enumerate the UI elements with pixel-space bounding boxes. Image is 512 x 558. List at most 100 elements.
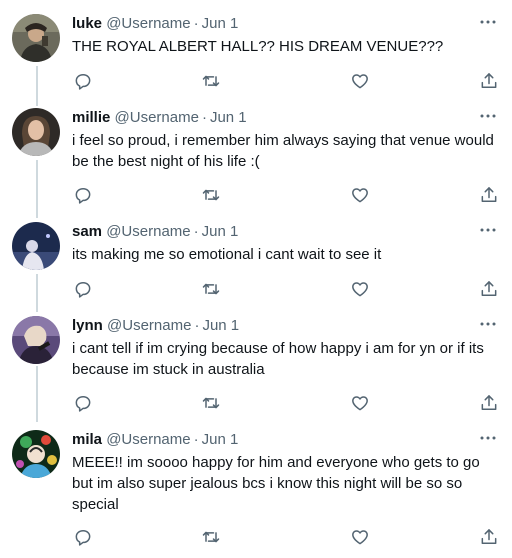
username-handle[interactable]: @Username bbox=[106, 15, 190, 32]
reply-button[interactable] bbox=[72, 70, 94, 92]
like-button[interactable] bbox=[349, 392, 371, 414]
tweet-actions bbox=[72, 392, 502, 414]
tweet-header: sam @Username · Jun 1 bbox=[72, 222, 238, 242]
share-icon bbox=[481, 395, 497, 410]
username-handle[interactable]: @Username bbox=[115, 109, 199, 126]
heart-icon bbox=[352, 188, 368, 203]
tweet-text: its making me so emotional i cant wait t… bbox=[72, 246, 382, 263]
tweet-actions bbox=[72, 278, 502, 300]
more-options-button[interactable] bbox=[478, 220, 498, 240]
more-icon bbox=[480, 322, 496, 326]
separator-dot: · bbox=[193, 15, 199, 32]
retweet-icon bbox=[202, 189, 220, 201]
more-options-button[interactable] bbox=[478, 314, 498, 334]
thread-connector-line bbox=[36, 160, 38, 218]
timestamp[interactable]: Jun 1 bbox=[210, 109, 247, 126]
reply-icon bbox=[75, 74, 91, 90]
tweet-header: millie @Username · Jun 1 bbox=[72, 108, 247, 128]
username-handle[interactable]: @Username bbox=[107, 317, 191, 334]
more-options-button[interactable] bbox=[478, 428, 498, 448]
avatar[interactable] bbox=[12, 108, 60, 156]
tweet-header: lynn @Username · Jun 1 bbox=[72, 316, 239, 336]
avatar[interactable] bbox=[12, 316, 60, 364]
heart-icon bbox=[352, 74, 368, 89]
share-icon bbox=[481, 281, 497, 296]
retweet-button[interactable] bbox=[200, 278, 222, 300]
avatar-image bbox=[12, 316, 60, 364]
timestamp[interactable]: Jun 1 bbox=[202, 15, 239, 32]
more-icon bbox=[480, 436, 496, 440]
more-options-button[interactable] bbox=[478, 106, 498, 126]
share-button[interactable] bbox=[478, 70, 500, 92]
retweet-icon bbox=[202, 397, 220, 409]
more-icon bbox=[480, 114, 496, 118]
username-handle[interactable]: @Username bbox=[106, 223, 190, 240]
avatar[interactable] bbox=[12, 14, 60, 62]
avatar-image bbox=[12, 430, 60, 478]
like-button[interactable] bbox=[349, 526, 371, 548]
tweet-header: mila @Username · Jun 1 bbox=[72, 430, 238, 450]
tweet-text: THE ROYAL ALBERT HALL?? HIS DREAM VENUE?… bbox=[72, 38, 444, 55]
share-icon bbox=[481, 187, 497, 202]
thread-connector-line bbox=[36, 274, 38, 312]
avatar[interactable] bbox=[12, 222, 60, 270]
reply-icon bbox=[75, 530, 91, 546]
reply-button[interactable] bbox=[72, 184, 94, 206]
reply-icon bbox=[75, 396, 91, 412]
tweet-header: luke @Username · Jun 1 bbox=[72, 14, 238, 34]
retweet-icon bbox=[202, 283, 220, 295]
display-name[interactable]: sam bbox=[72, 223, 102, 240]
username-handle[interactable]: @Username bbox=[106, 431, 190, 448]
tweet-thread: luke @Username · Jun 1 THE ROYAL ALBERT HA… bbox=[0, 0, 512, 558]
tweet-text: i cant tell if im crying because of how … bbox=[72, 340, 484, 378]
display-name[interactable]: mila bbox=[72, 431, 102, 448]
like-button[interactable] bbox=[349, 278, 371, 300]
tweet-text: i feel so proud, i remember him always s… bbox=[72, 132, 494, 170]
display-name[interactable]: millie bbox=[72, 109, 110, 126]
avatar-image bbox=[12, 108, 60, 156]
retweet-button[interactable] bbox=[200, 526, 222, 548]
share-button[interactable] bbox=[478, 526, 500, 548]
share-button[interactable] bbox=[478, 278, 500, 300]
heart-icon bbox=[352, 396, 368, 411]
retweet-button[interactable] bbox=[200, 392, 222, 414]
retweet-icon bbox=[202, 75, 220, 87]
avatar[interactable] bbox=[12, 430, 60, 478]
tweet-actions bbox=[72, 184, 502, 206]
reply-icon bbox=[75, 282, 91, 298]
reply-button[interactable] bbox=[72, 392, 94, 414]
tweet-text: MEEE!! im soooo happy for him and everyo… bbox=[72, 454, 480, 513]
retweet-icon bbox=[202, 531, 220, 543]
avatar-image bbox=[12, 222, 60, 270]
like-button[interactable] bbox=[349, 70, 371, 92]
separator-dot: · bbox=[194, 317, 200, 334]
share-icon bbox=[481, 529, 497, 544]
retweet-button[interactable] bbox=[200, 70, 222, 92]
thread-connector-line bbox=[36, 366, 38, 422]
share-button[interactable] bbox=[478, 184, 500, 206]
separator-dot: · bbox=[193, 431, 199, 448]
share-icon bbox=[481, 73, 497, 88]
tweet-actions bbox=[72, 526, 502, 548]
heart-icon bbox=[352, 282, 368, 297]
thread-connector-line bbox=[36, 66, 38, 106]
timestamp[interactable]: Jun 1 bbox=[202, 317, 239, 334]
reply-button[interactable] bbox=[72, 278, 94, 300]
like-button[interactable] bbox=[349, 184, 371, 206]
display-name[interactable]: luke bbox=[72, 15, 102, 32]
more-icon bbox=[480, 20, 496, 24]
reply-button[interactable] bbox=[72, 526, 94, 548]
avatar-image bbox=[12, 14, 60, 62]
display-name[interactable]: lynn bbox=[72, 317, 103, 334]
separator-dot: · bbox=[193, 223, 199, 240]
reply-icon bbox=[75, 188, 91, 204]
share-button[interactable] bbox=[478, 392, 500, 414]
retweet-button[interactable] bbox=[200, 184, 222, 206]
separator-dot: · bbox=[201, 109, 207, 126]
tweet-actions bbox=[72, 70, 502, 92]
timestamp[interactable]: Jun 1 bbox=[202, 431, 239, 448]
heart-icon bbox=[352, 530, 368, 545]
more-icon bbox=[480, 228, 496, 232]
timestamp[interactable]: Jun 1 bbox=[202, 223, 239, 240]
more-options-button[interactable] bbox=[478, 12, 498, 32]
